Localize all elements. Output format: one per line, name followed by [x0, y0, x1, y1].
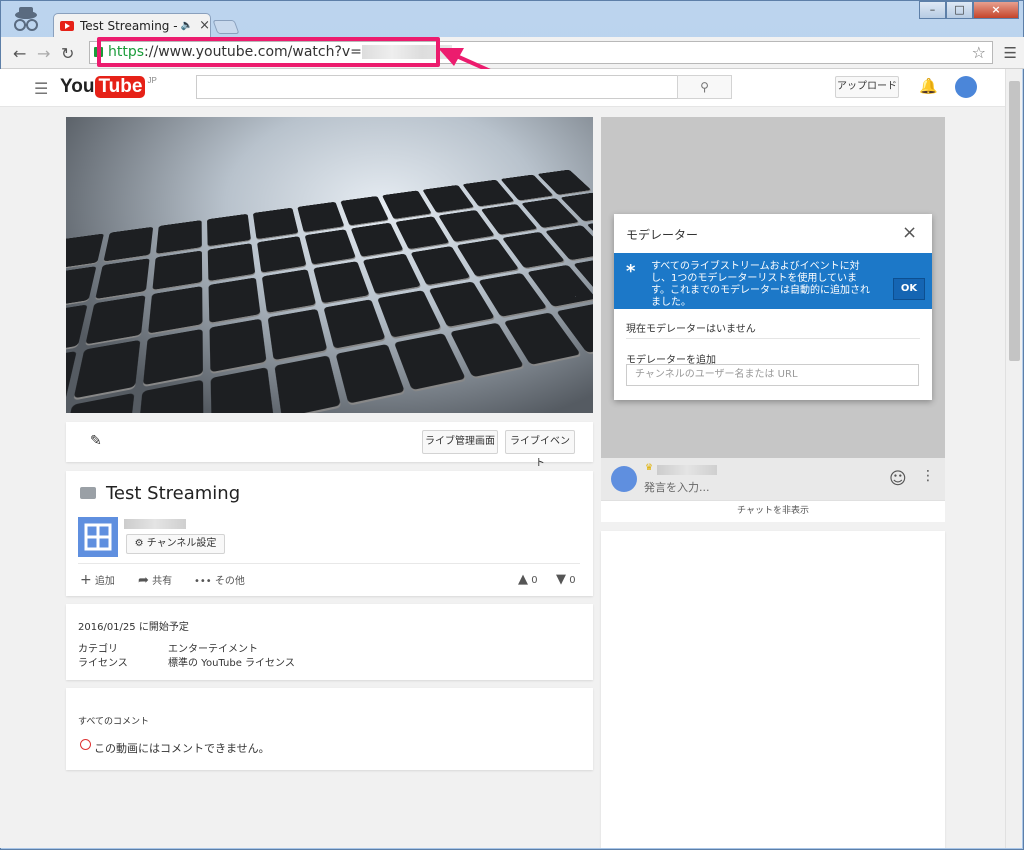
tab-active[interactable]: Test Streaming - You 🔈 × — [53, 13, 211, 37]
chat-avatar — [611, 466, 637, 492]
close-window-button[interactable]: × — [973, 1, 1019, 19]
minimize-button[interactable]: – — [919, 1, 946, 19]
more-button[interactable]: ••• その他 — [194, 572, 245, 587]
close-tab-icon[interactable]: × — [199, 18, 210, 33]
license-label: ライセンス — [78, 654, 128, 669]
license-value: 標準の YouTube ライセンス — [168, 654, 295, 669]
user-avatar[interactable] — [955, 76, 977, 98]
chat-input[interactable]: 発言を入力... — [644, 479, 710, 495]
more-vert-icon[interactable]: ⋮ — [921, 468, 935, 484]
chrome-menu-icon[interactable]: ☰ — [1004, 44, 1017, 62]
asterisk-icon: * — [626, 261, 635, 282]
close-icon[interactable]: × — [902, 222, 917, 243]
back-arrow-icon[interactable]: ← — [13, 44, 26, 63]
related-videos-panel — [601, 531, 945, 848]
speaker-icon[interactable]: 🔈 — [181, 20, 193, 31]
thumbs-down-icon: ▼ — [556, 572, 566, 587]
forward-arrow-icon[interactable]: → — [37, 44, 50, 63]
scrollbar-thumb[interactable] — [1009, 81, 1020, 361]
unlisted-lock-icon — [80, 487, 96, 499]
ok-button[interactable]: OK — [893, 278, 925, 300]
owner-actions-bar: ✎ ライブ管理画面 ライブイベント — [66, 422, 593, 462]
new-tab-button[interactable] — [212, 20, 239, 34]
reload-icon[interactable]: ↻ — [61, 44, 74, 63]
gear-icon: ⚙ — [135, 538, 144, 549]
video-details-card: 2016/01/25 に開始予定 カテゴリ エンターテイメント ライセンス 標準… — [66, 604, 593, 680]
tab-strip: Test Streaming - You 🔈 × – □ × — [1, 1, 1024, 37]
divider — [78, 563, 580, 564]
category-value[interactable]: エンターテイメント — [168, 640, 258, 655]
search-input[interactable] — [196, 75, 678, 99]
comments-card: すべてのコメント この動画にはコメントできません。 — [66, 688, 593, 770]
url-highlight-box — [97, 37, 440, 67]
plus-icon: + — [80, 572, 92, 588]
channel-avatar-icon — [78, 517, 118, 557]
search-button[interactable]: ⚲ — [677, 75, 732, 99]
video-player[interactable] — [66, 117, 593, 413]
like-button[interactable]: ▲ 0 — [518, 572, 538, 587]
moderator-dialog: モデレーター × * すべてのライブストリームおよびイベントに対し、1つのモデレ… — [614, 214, 932, 400]
comments-disabled-message: この動画にはコメントできません。 — [94, 740, 270, 756]
search-icon: ⚲ — [700, 80, 709, 94]
chat-username-redacted — [657, 465, 717, 475]
hide-chat-button[interactable]: チャットを非表示 — [601, 500, 945, 522]
channel-name-redacted[interactable] — [124, 519, 186, 529]
youtube-header: ☰ You Tube JP ⚲ アップロード 🔔 — [0, 69, 1005, 107]
more-dots-icon: ••• — [194, 576, 212, 587]
edit-pencil-icon[interactable]: ✎ — [90, 433, 102, 449]
video-thumbnail-keyboard — [66, 165, 593, 413]
maximize-button[interactable]: □ — [946, 1, 973, 19]
notification-bell-icon[interactable]: 🔔 — [919, 77, 938, 95]
category-label: カテゴリ — [78, 640, 118, 655]
moderator-notice-text: すべてのライブストリームおよびイベントに対し、1つのモデレーターリストを使用して… — [651, 261, 875, 309]
incognito-icon — [9, 5, 43, 35]
channel-avatar[interactable] — [78, 517, 118, 557]
no-moderators-text: 現在モデレーターはいません — [626, 320, 756, 335]
live-events-button[interactable]: ライブイベント — [505, 430, 575, 454]
upload-button[interactable]: アップロード — [835, 76, 899, 98]
youtube-favicon-icon — [60, 21, 74, 31]
moderator-dialog-title: モデレーター — [626, 226, 698, 243]
add-moderator-input[interactable]: チャンネルのユーザー名または URL — [626, 364, 919, 386]
crown-icon: ♛ — [645, 463, 653, 473]
share-button[interactable]: ➦ 共有 — [138, 572, 172, 588]
chat-input-area: ♛ 発言を入力... ☺ ⋮ — [601, 458, 945, 500]
bookmark-star-icon[interactable]: ☆ — [972, 43, 986, 62]
vertical-scrollbar[interactable] — [1005, 69, 1022, 848]
video-info-card: Test Streaming ⚙ チャンネル設定 + 追加 ➦ 共有 ••• そ… — [66, 471, 593, 596]
youtube-logo[interactable]: You Tube JP — [60, 76, 157, 98]
add-to-button[interactable]: + 追加 — [80, 572, 115, 588]
moderator-notice: * すべてのライブストリームおよびイベントに対し、1つのモデレーターリストを使用… — [614, 253, 932, 309]
thumbs-up-icon: ▲ — [518, 572, 528, 587]
page-viewport: ☰ You Tube JP ⚲ アップロード 🔔 ✎ ライブ管理画面 ライブイベント… — [0, 69, 1005, 848]
divider — [626, 338, 920, 339]
scheduled-date: 2016/01/25 に開始予定 — [78, 618, 189, 633]
comments-header: すべてのコメント — [78, 714, 149, 727]
share-arrow-icon: ➦ — [138, 573, 149, 588]
emoji-icon[interactable]: ☺ — [889, 469, 907, 489]
channel-settings-button[interactable]: ⚙ チャンネル設定 — [126, 534, 225, 554]
info-icon — [80, 739, 91, 750]
video-title: Test Streaming — [106, 483, 240, 504]
live-dashboard-button[interactable]: ライブ管理画面 — [422, 430, 498, 454]
tab-title: Test Streaming - You — [80, 19, 179, 33]
dislike-button[interactable]: ▼ 0 — [556, 572, 576, 587]
guide-menu-icon[interactable]: ☰ — [34, 79, 48, 98]
